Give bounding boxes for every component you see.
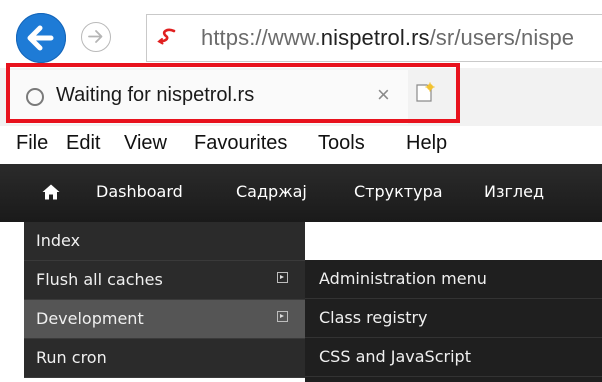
submenu-item-label: Class registry: [319, 308, 428, 327]
site-logo-icon: [157, 28, 176, 45]
url-path: /sr/users/nispe: [429, 25, 575, 50]
url-field[interactable]: https://www.nispetrol.rs/sr/users/nispe: [146, 14, 602, 62]
back-button[interactable]: [16, 13, 66, 63]
forward-arrow-icon: [88, 30, 103, 43]
admin-dropdown: Index Flush all caches Development Run c…: [24, 222, 305, 378]
submenu-item-administration-menu[interactable]: Administration menu: [305, 260, 602, 299]
dropdown-item-development[interactable]: Development: [24, 300, 305, 339]
menu-favourites[interactable]: Favourites: [194, 132, 287, 155]
submenu-item-label: Administration menu: [319, 269, 487, 288]
admin-toolbar: Dashboard Садржај Структура Изглед: [0, 164, 602, 222]
menu-help[interactable]: Help: [406, 132, 447, 155]
dropdown-item-label: Flush all caches: [36, 270, 163, 289]
dropdown-item-flush-caches[interactable]: Flush all caches: [24, 261, 305, 300]
submenu-item-more: [305, 377, 602, 382]
address-bar-row: https://www.nispetrol.rs/sr/users/nispe: [0, 0, 602, 64]
submenu-item-label: CSS and JavaScript: [319, 347, 471, 366]
menu-view[interactable]: View: [124, 132, 167, 155]
url-text: https://www.nispetrol.rs/sr/users/nispe: [201, 25, 574, 51]
dropdown-item-label: Development: [36, 309, 144, 328]
menu-edit[interactable]: Edit: [66, 132, 100, 155]
dropdown-item-label: Run cron: [36, 348, 107, 367]
dropdown-item-index[interactable]: Index: [24, 222, 305, 261]
dropdown-item-run-cron[interactable]: Run cron: [24, 339, 305, 378]
toolbar-content[interactable]: Садржај: [236, 182, 307, 201]
menu-tools[interactable]: Tools: [318, 132, 365, 155]
submenu-item-class-registry[interactable]: Class registry: [305, 299, 602, 338]
home-icon[interactable]: [42, 184, 60, 200]
toolbar-structure[interactable]: Структура: [354, 182, 443, 201]
toolbar-appearance[interactable]: Изглед: [484, 182, 544, 201]
highlight-box: [6, 63, 460, 123]
url-prefix: https://www.: [201, 25, 321, 50]
forward-button[interactable]: [81, 22, 111, 52]
menu-bar: File Edit View Favourites Tools Help: [0, 130, 602, 162]
back-arrow-icon: [27, 25, 54, 51]
dropdown-item-label: Index: [36, 231, 81, 250]
development-submenu: Administration menu Class registry CSS a…: [305, 260, 602, 382]
menu-file[interactable]: File: [16, 132, 48, 155]
submenu-item-css-javascript[interactable]: CSS and JavaScript: [305, 338, 602, 377]
toolbar-dashboard[interactable]: Dashboard: [96, 182, 183, 201]
url-domain: nispetrol.rs: [320, 25, 430, 50]
submenu-arrow-icon: [277, 272, 288, 283]
submenu-arrow-icon: [277, 311, 288, 322]
